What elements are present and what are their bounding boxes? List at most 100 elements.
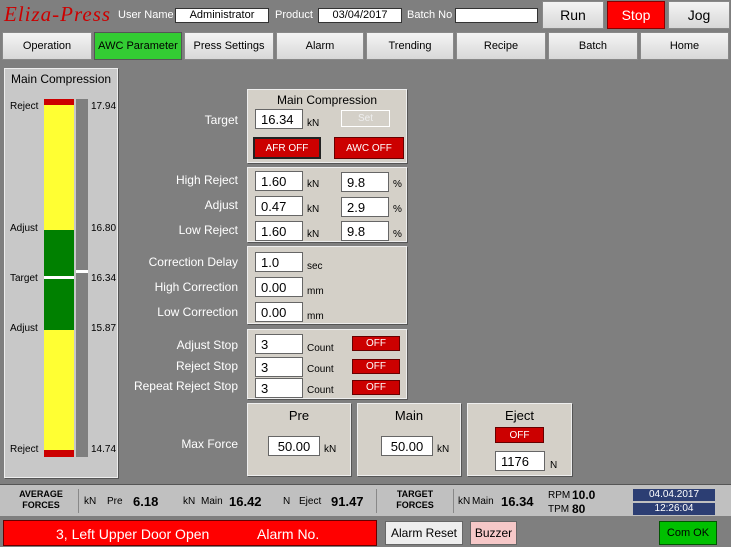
tab-operation[interactable]: Operation — [2, 32, 92, 60]
product-field[interactable]: 03/04/2017 — [318, 8, 402, 23]
eject-force-panel: Eject OFF 1176 N — [467, 403, 572, 476]
set-button[interactable]: Set — [341, 110, 390, 127]
tab-awc-parameter[interactable]: AWC Parameter — [94, 32, 182, 60]
adjust-input[interactable]: 0.47 — [255, 196, 303, 216]
main-force-unit: kN — [437, 444, 450, 455]
target-main-unit: kN — [458, 496, 471, 507]
adjust-zone — [44, 230, 74, 330]
date-display: 04.04.2017 — [633, 489, 715, 501]
reject-stop-unit: Count — [307, 364, 334, 375]
main-compression-panel: Main Compression 16.34 kN Set AFR OFF AW… — [247, 89, 407, 163]
repeat-reject-stop-input[interactable]: 3 — [255, 378, 303, 398]
warn-zone-bottom — [44, 330, 74, 450]
low-correction-label: Low Correction — [157, 305, 238, 319]
high-reject-pct-input[interactable]: 9.8 — [341, 172, 389, 192]
main-force-title: Main — [394, 408, 424, 423]
warn-zone-top — [44, 105, 74, 230]
gauge-reject-bottom-value: 14.74 — [91, 444, 117, 455]
user-field[interactable]: Administrator — [175, 8, 269, 23]
avg-pre-unit: kN — [84, 496, 97, 507]
app-logo: Eliza-Press — [4, 2, 112, 26]
high-correction-input[interactable]: 0.00 — [255, 277, 303, 297]
repeat-reject-stop-off-button[interactable]: OFF — [352, 380, 400, 395]
target-forces-label: TARGET FORCES — [376, 489, 454, 513]
pre-force-input[interactable]: 50.00 — [268, 436, 320, 456]
pre-force-unit: kN — [324, 444, 337, 455]
gauge-bar — [44, 99, 74, 457]
avg-main-label: Main — [201, 496, 223, 507]
tpm-label: TPM — [548, 504, 570, 515]
reject-stop-input[interactable]: 3 — [255, 357, 303, 377]
eject-force-title: Eject — [505, 408, 534, 423]
correction-delay-label: Correction Delay — [148, 255, 238, 269]
status-bar: AVERAGE FORCES kN Pre 6.18 kN Main 16.42… — [0, 484, 731, 516]
alarm-reset-button[interactable]: Alarm Reset — [385, 521, 463, 545]
adjust-stop-unit: Count — [307, 343, 334, 354]
reject-stop-off-button[interactable]: OFF — [352, 359, 400, 374]
tab-press-settings[interactable]: Press Settings — [184, 32, 274, 60]
awc-off-button[interactable]: AWC OFF — [334, 137, 404, 159]
mc-title: Main Compression — [276, 93, 378, 107]
gauge-reject-top-value: 17.94 — [91, 101, 117, 112]
high-reject-label: High Reject — [175, 173, 238, 187]
adjust-stop-label: Adjust Stop — [176, 338, 238, 352]
avg-eject-value: 91.47 — [331, 494, 364, 509]
tpm-value: 80 — [572, 502, 586, 516]
low-reject-pct-input[interactable]: 9.8 — [341, 221, 389, 241]
gauge-adjust-top-value: 16.80 — [91, 223, 117, 234]
high-correction-label: High Correction — [154, 280, 238, 294]
average-forces-label: AVERAGE FORCES — [4, 489, 79, 513]
target-line — [44, 276, 74, 279]
batch-field[interactable] — [455, 8, 538, 23]
target-input[interactable]: 16.34 — [255, 109, 303, 129]
avg-main-value: 16.42 — [229, 494, 262, 509]
gauge-reject-bottom-label: Reject — [10, 444, 39, 455]
gauge-adjust-bottom-value: 15.87 — [91, 323, 117, 334]
gauge-adjust-top-label: Adjust — [10, 223, 38, 234]
product-label: Product — [275, 9, 313, 21]
tab-batch[interactable]: Batch — [548, 32, 638, 60]
adjust-pct-input[interactable]: 2.9 — [341, 197, 389, 217]
repeat-reject-stop-label: Repeat Reject Stop — [133, 379, 238, 393]
high-reject-input[interactable]: 1.60 — [255, 171, 303, 191]
tab-alarm[interactable]: Alarm — [276, 32, 364, 60]
correction-panel: 1.0 sec 0.00 mm 0.00 mm — [247, 246, 407, 324]
gauge-scale — [76, 99, 88, 457]
low-reject-input[interactable]: 1.60 — [255, 221, 303, 241]
high-reject-unit: kN — [307, 179, 320, 190]
jog-button[interactable]: Jog — [668, 1, 730, 29]
low-correction-unit: mm — [307, 311, 324, 322]
stop-button[interactable]: Stop — [607, 1, 665, 29]
eject-force-unit: N — [550, 460, 558, 471]
gauge-title: Main Compression — [11, 72, 112, 86]
alarm-message: 3, Left Upper Door Open — [56, 526, 210, 542]
run-button[interactable]: Run — [542, 1, 604, 29]
main-force-input[interactable]: 50.00 — [381, 436, 433, 456]
tab-recipe[interactable]: Recipe — [456, 32, 546, 60]
buzzer-button[interactable]: Buzzer — [470, 521, 517, 545]
adjust-stop-off-button[interactable]: OFF — [352, 336, 400, 351]
pre-force-title: Pre — [288, 408, 310, 423]
eject-off-button[interactable]: OFF — [495, 427, 544, 443]
header-bar: Eliza-Press User Name Administrator Prod… — [0, 0, 731, 30]
gauge-target-label: Target — [10, 273, 38, 284]
afr-off-button[interactable]: AFR OFF — [253, 137, 321, 159]
avg-eject-label: Eject — [299, 496, 322, 507]
gauge-pointer — [76, 270, 88, 273]
avg-pre-value: 6.18 — [133, 494, 159, 509]
time-display: 12:26:04 — [633, 503, 715, 515]
target-unit: kN — [307, 118, 320, 129]
target-label: Target — [204, 113, 238, 127]
adjust-pct-unit: % — [393, 204, 402, 215]
tab-trending[interactable]: Trending — [366, 32, 454, 60]
low-reject-unit: kN — [307, 229, 320, 240]
batch-label: Batch No — [407, 9, 453, 21]
eject-force-input[interactable]: 1176 — [495, 451, 545, 471]
tab-home[interactable]: Home — [640, 32, 729, 60]
footer-bar: 3, Left Upper Door Open Alarm No. Alarm … — [0, 518, 731, 547]
adjust-label: Adjust — [204, 198, 238, 212]
high-correction-unit: mm — [307, 286, 324, 297]
correction-delay-input[interactable]: 1.0 — [255, 252, 303, 272]
low-correction-input[interactable]: 0.00 — [255, 302, 303, 322]
adjust-stop-input[interactable]: 3 — [255, 334, 303, 354]
